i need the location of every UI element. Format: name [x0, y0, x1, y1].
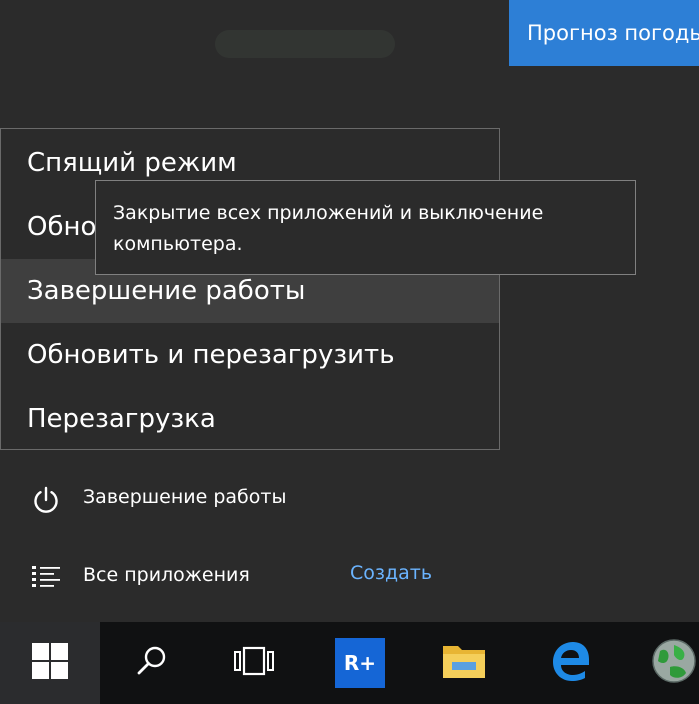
- power-options-menu: Спящий режим Обновить и завершить работу…: [0, 128, 500, 450]
- edge-button[interactable]: [530, 622, 610, 704]
- menu-item-label: Спящий режим: [27, 148, 237, 178]
- shutdown-tooltip: Закрытие всех приложений и выключение ко…: [95, 180, 636, 275]
- task-view-icon: [231, 644, 277, 682]
- search-icon: [134, 643, 170, 683]
- menu-item-label: Завершение работы: [27, 276, 306, 306]
- tooltip-line: компьютера.: [113, 233, 243, 255]
- weather-tile[interactable]: Прогноз погоды: [509, 0, 699, 66]
- tooltip-line: Закрытие всех приложений и выключение: [113, 202, 544, 224]
- menu-item-restart[interactable]: Перезагрузка: [1, 387, 499, 451]
- power-button-label: Завершение работы: [83, 486, 287, 508]
- taskbar: R+: [0, 622, 699, 704]
- create-link[interactable]: Создать: [350, 562, 432, 584]
- globe-icon: [650, 637, 698, 689]
- menu-item-update-and-restart[interactable]: Обновить и перезагрузить: [1, 323, 499, 387]
- menu-item-label: Обновить и перезагрузить: [27, 340, 395, 370]
- blurred-background-element: [215, 30, 395, 58]
- file-explorer-icon: [440, 640, 488, 686]
- menu-item-label: Перезагрузка: [27, 404, 216, 434]
- rplus-app-label: R+: [343, 651, 377, 675]
- search-button[interactable]: [112, 622, 192, 704]
- power-button[interactable]: Завершение работы: [0, 470, 330, 528]
- all-apps-button[interactable]: Все приложения: [0, 547, 300, 605]
- rplus-app-icon: R+: [335, 638, 385, 688]
- edge-icon: [547, 638, 593, 688]
- windows-logo-icon: [30, 641, 70, 685]
- weather-tile-label: Прогноз погоды: [527, 21, 699, 45]
- list-icon: [28, 559, 64, 595]
- task-view-button[interactable]: [214, 622, 294, 704]
- all-apps-label: Все приложения: [83, 564, 250, 586]
- file-explorer-button[interactable]: [424, 622, 504, 704]
- rplus-app-button[interactable]: R+: [320, 622, 400, 704]
- start-button[interactable]: [0, 622, 100, 704]
- globe-app-button[interactable]: [634, 622, 699, 704]
- power-icon: [28, 482, 64, 518]
